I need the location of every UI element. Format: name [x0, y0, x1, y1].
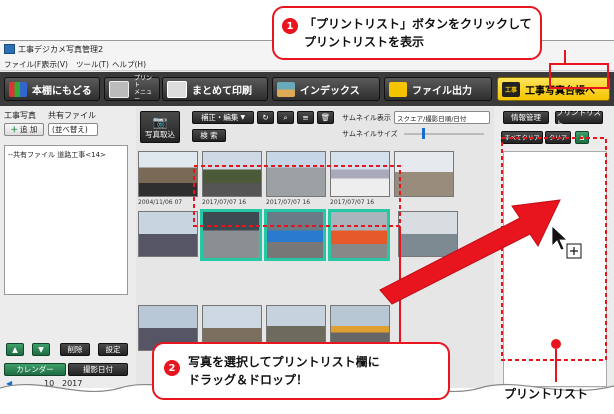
print-list-box [501, 137, 607, 361]
callout-2-line-1: 写真を選択してプリントリスト欄に [188, 355, 380, 369]
print-list-marker [551, 339, 561, 349]
print-list-caption: プリントリスト [504, 387, 589, 401]
callout-1-line-1: 「プリントリスト」ボタンをクリックして [304, 17, 532, 31]
drag-arrow-icon [379, 199, 561, 305]
cursor-icon [551, 225, 569, 251]
callout-1-line-2: プリントリストを表示 [304, 35, 425, 49]
print-list-button-highlight [549, 63, 609, 89]
callout-step-1: 1 「プリントリスト」ボタンをクリックして プリントリストを表示 [272, 6, 542, 60]
callout-number-2: 2 [164, 360, 180, 376]
callout-number-1: 1 [282, 18, 298, 34]
callout-2-line-2: ドラッグ＆ドロップ！ [188, 373, 309, 387]
callout-step-2: 2 写真を選択してプリントリスト欄に ドラッグ＆ドロップ！ [152, 342, 450, 400]
selected-photos-box [193, 165, 401, 227]
